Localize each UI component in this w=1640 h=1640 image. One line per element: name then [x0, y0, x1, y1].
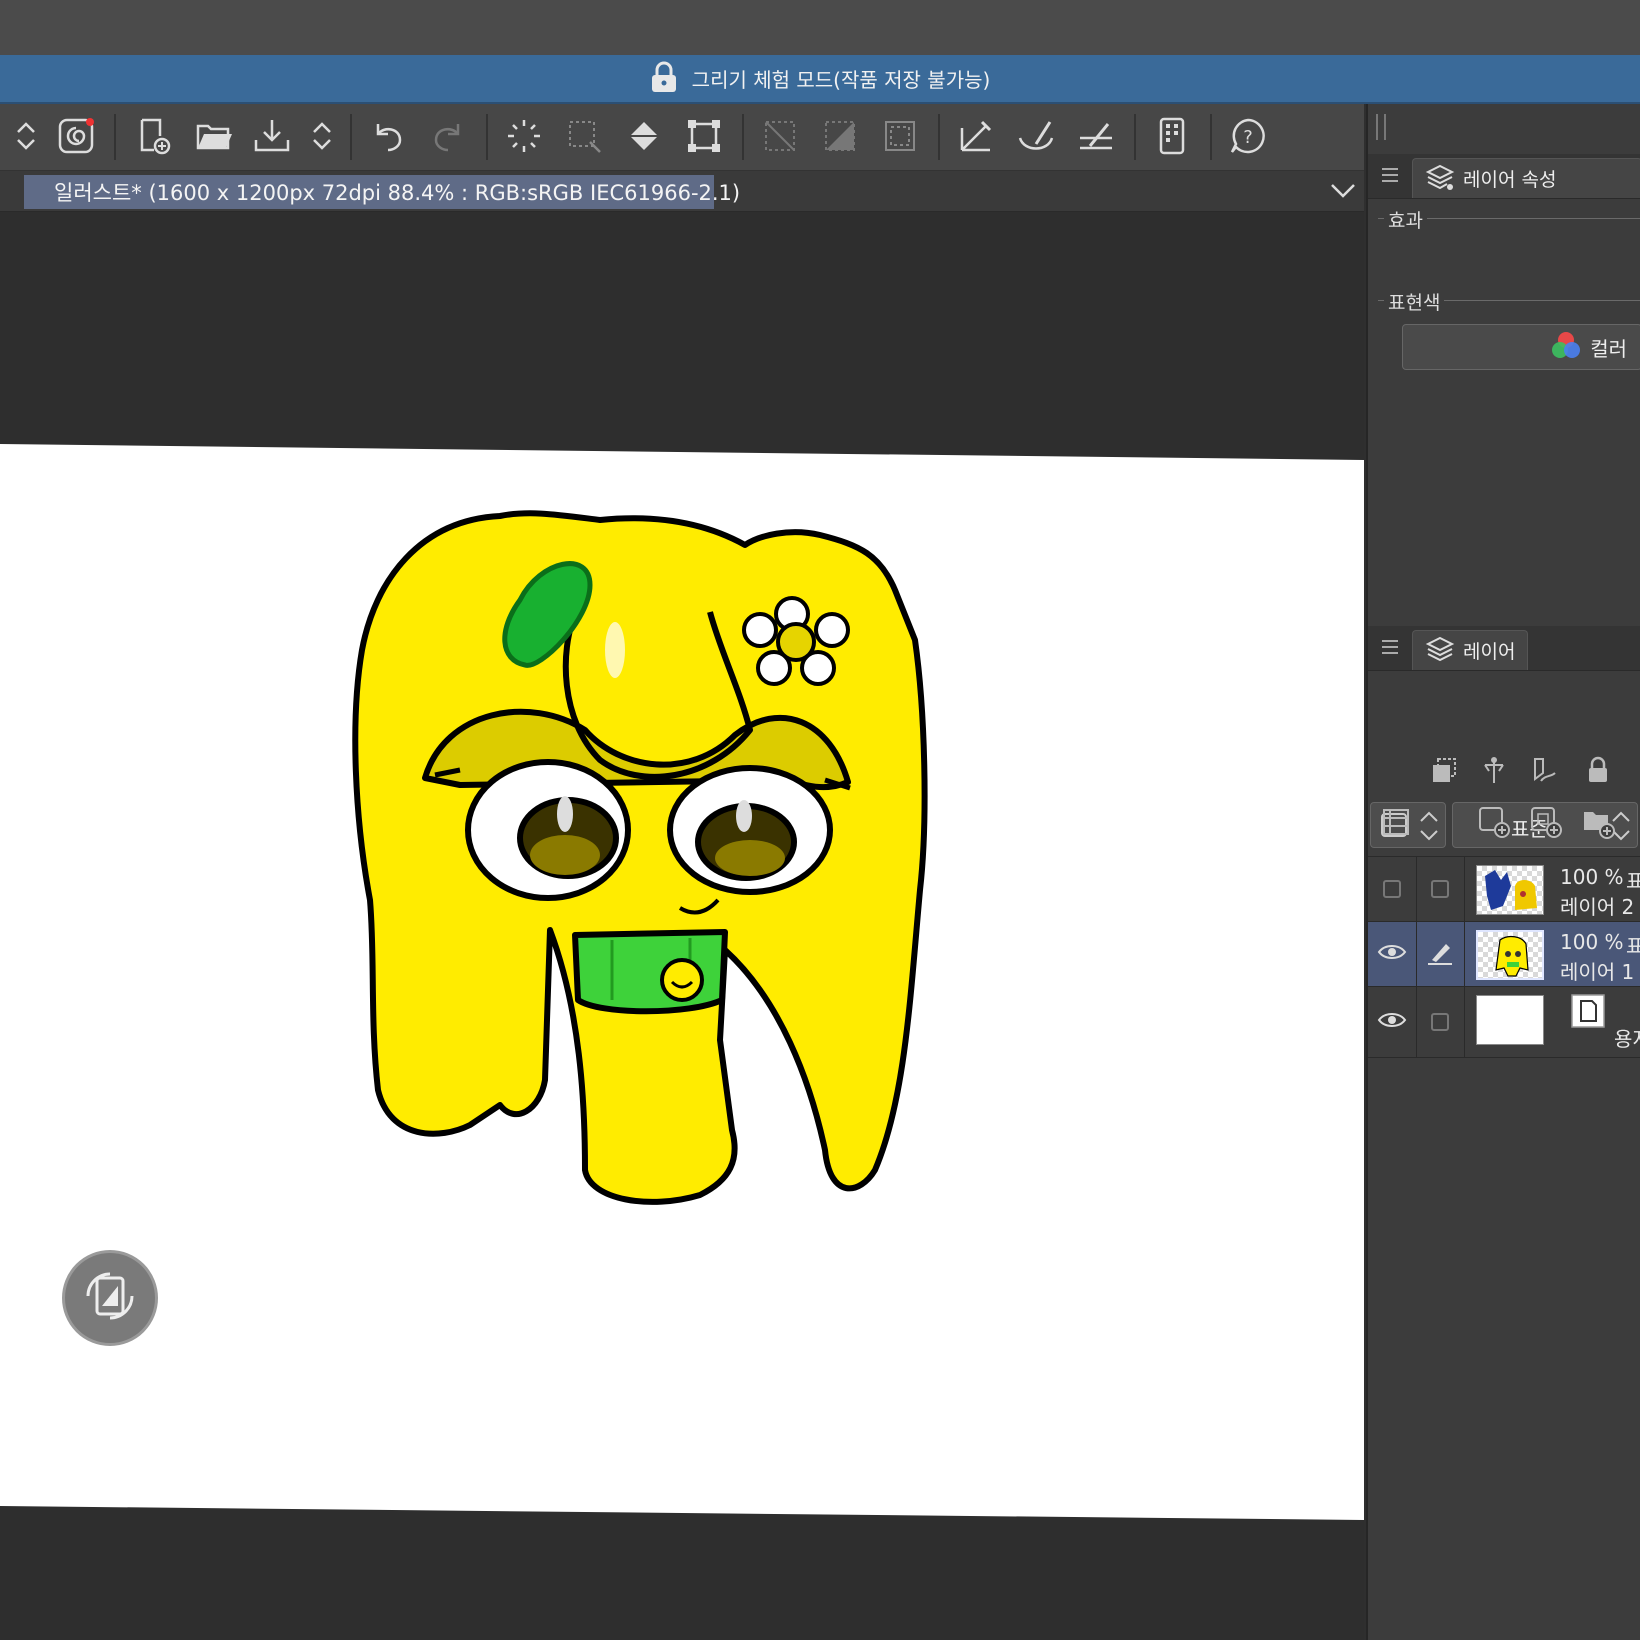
document-tab-title: 일러스트* (1600 x 1200px 72dpi 88.4% : RGB:s…: [54, 181, 741, 205]
layer-property-icon: [1425, 162, 1455, 196]
layer-thumbnail: [1476, 995, 1544, 1045]
eye-icon: [1377, 1010, 1407, 1034]
edit-target-toggle[interactable]: [1416, 987, 1465, 1057]
redo-icon[interactable]: [426, 114, 470, 158]
visibility-toggle[interactable]: [1368, 987, 1417, 1057]
layers-icon: [1425, 634, 1455, 668]
color-button-label: 컬러: [1590, 336, 1627, 361]
layer-thumbnail: [1476, 930, 1544, 980]
color-wheel-icon: [1550, 330, 1582, 364]
panel-menu-icon[interactable]: [1382, 164, 1398, 186]
transform-icon[interactable]: [682, 114, 726, 158]
draft-layer-icon[interactable]: [1526, 752, 1562, 788]
reference-layer-icon[interactable]: [1476, 752, 1512, 788]
banner-text: 그리기 체험 모드(작품 저장 불가능): [691, 68, 991, 92]
save-icon[interactable]: [250, 114, 294, 158]
pen-icon: [1426, 938, 1454, 970]
deselect-icon[interactable]: [562, 114, 606, 158]
layer-opacity: 100 %: [1560, 865, 1624, 889]
paper-layer-icon: [1570, 993, 1606, 1033]
invert-selection-icon[interactable]: [878, 114, 922, 158]
tab-layer[interactable]: 레이어: [1412, 630, 1528, 670]
layer-thumbnail: [1476, 865, 1544, 915]
layer-name: 레이어 2: [1560, 895, 1635, 919]
new-file-icon[interactable]: [132, 114, 176, 158]
layer-blend-fragment: 표: [1626, 934, 1640, 958]
right-panel: 레이어 속성 효과 표현색 컬러 레이어 표준 100 % 표 레이어 2 10…: [1366, 104, 1640, 1640]
section-effect: 효과: [1384, 206, 1427, 233]
new-raster-layer-icon[interactable]: [1476, 804, 1512, 840]
smartphone-icon[interactable]: [1150, 114, 1194, 158]
visibility-toggle[interactable]: [1368, 857, 1417, 921]
layer-panel-header: 레이어: [1368, 626, 1640, 671]
fill-icon[interactable]: [622, 114, 666, 158]
layer-name: 용지: [1614, 1027, 1640, 1051]
layer-row-2[interactable]: 100 % 표 레이어 2: [1368, 857, 1640, 922]
ruler-curve-icon[interactable]: [1014, 114, 1058, 158]
new-folder-icon[interactable]: [1580, 804, 1616, 840]
rotate-flip-icon: [80, 1266, 140, 1330]
ruler-pen-icon[interactable]: [954, 114, 998, 158]
svg-text:?: ?: [1243, 127, 1253, 148]
edit-target-toggle[interactable]: [1416, 857, 1465, 921]
canvas-paper[interactable]: [0, 212, 1364, 1640]
character-illustration: [352, 510, 928, 1205]
open-folder-icon[interactable]: [192, 114, 236, 158]
layer-opacity: 100 %: [1560, 930, 1624, 954]
canvas-area[interactable]: [0, 212, 1364, 1640]
help-icon[interactable]: ?: [1226, 114, 1270, 158]
clear-outside-icon[interactable]: [818, 114, 862, 158]
chevron-down-icon[interactable]: [1328, 177, 1358, 207]
clear-icon[interactable]: [758, 114, 802, 158]
layer-row-1[interactable]: 100 % 표 레이어 1: [1368, 922, 1640, 987]
document-tab[interactable]: 일러스트* (1600 x 1200px 72dpi 88.4% : RGB:s…: [24, 175, 740, 209]
panel-grip[interactable]: [1376, 114, 1386, 140]
layer-blend-fragment: 표: [1626, 869, 1640, 893]
layer-property-header: 레이어 속성: [1368, 154, 1640, 199]
expression-color-button[interactable]: 컬러: [1402, 324, 1640, 370]
layer-row-paper[interactable]: 용지: [1368, 987, 1640, 1058]
tab-layer-property[interactable]: 레이어 속성: [1412, 158, 1640, 198]
ruler-line-icon[interactable]: [1074, 114, 1118, 158]
edit-target-toggle[interactable]: [1416, 922, 1465, 986]
rotate-canvas-button[interactable]: [62, 1250, 158, 1346]
tab-layer-property-label: 레이어 속성: [1463, 169, 1557, 191]
visibility-toggle[interactable]: [1368, 922, 1417, 986]
chevron-updown-icon[interactable]: [4, 114, 48, 158]
cloud-services-icon[interactable]: [54, 114, 98, 158]
eye-icon: [1377, 942, 1407, 966]
command-bar: ?: [0, 104, 1364, 171]
lock-icon: [650, 61, 678, 97]
layer-name: 레이어 1: [1560, 960, 1635, 984]
tab-layer-label: 레이어: [1463, 641, 1516, 663]
panel-menu-icon[interactable]: [1382, 636, 1398, 658]
chevron-updown-icon[interactable]: [300, 114, 344, 158]
chevron-updown-icon: [1417, 809, 1441, 847]
lock-layer-icon[interactable]: [1580, 752, 1616, 788]
undo-icon[interactable]: [366, 114, 410, 158]
select-all-icon[interactable]: [502, 114, 546, 158]
layer-menu-icon[interactable]: [1378, 804, 1414, 840]
section-expression-color: 표현색: [1384, 288, 1445, 315]
clip-layer-icon[interactable]: [1426, 752, 1462, 788]
title-strip: [0, 0, 1640, 55]
new-vector-layer-icon[interactable]: [1528, 804, 1564, 840]
trial-mode-banner: 그리기 체험 모드(작품 저장 불가능): [0, 55, 1640, 104]
